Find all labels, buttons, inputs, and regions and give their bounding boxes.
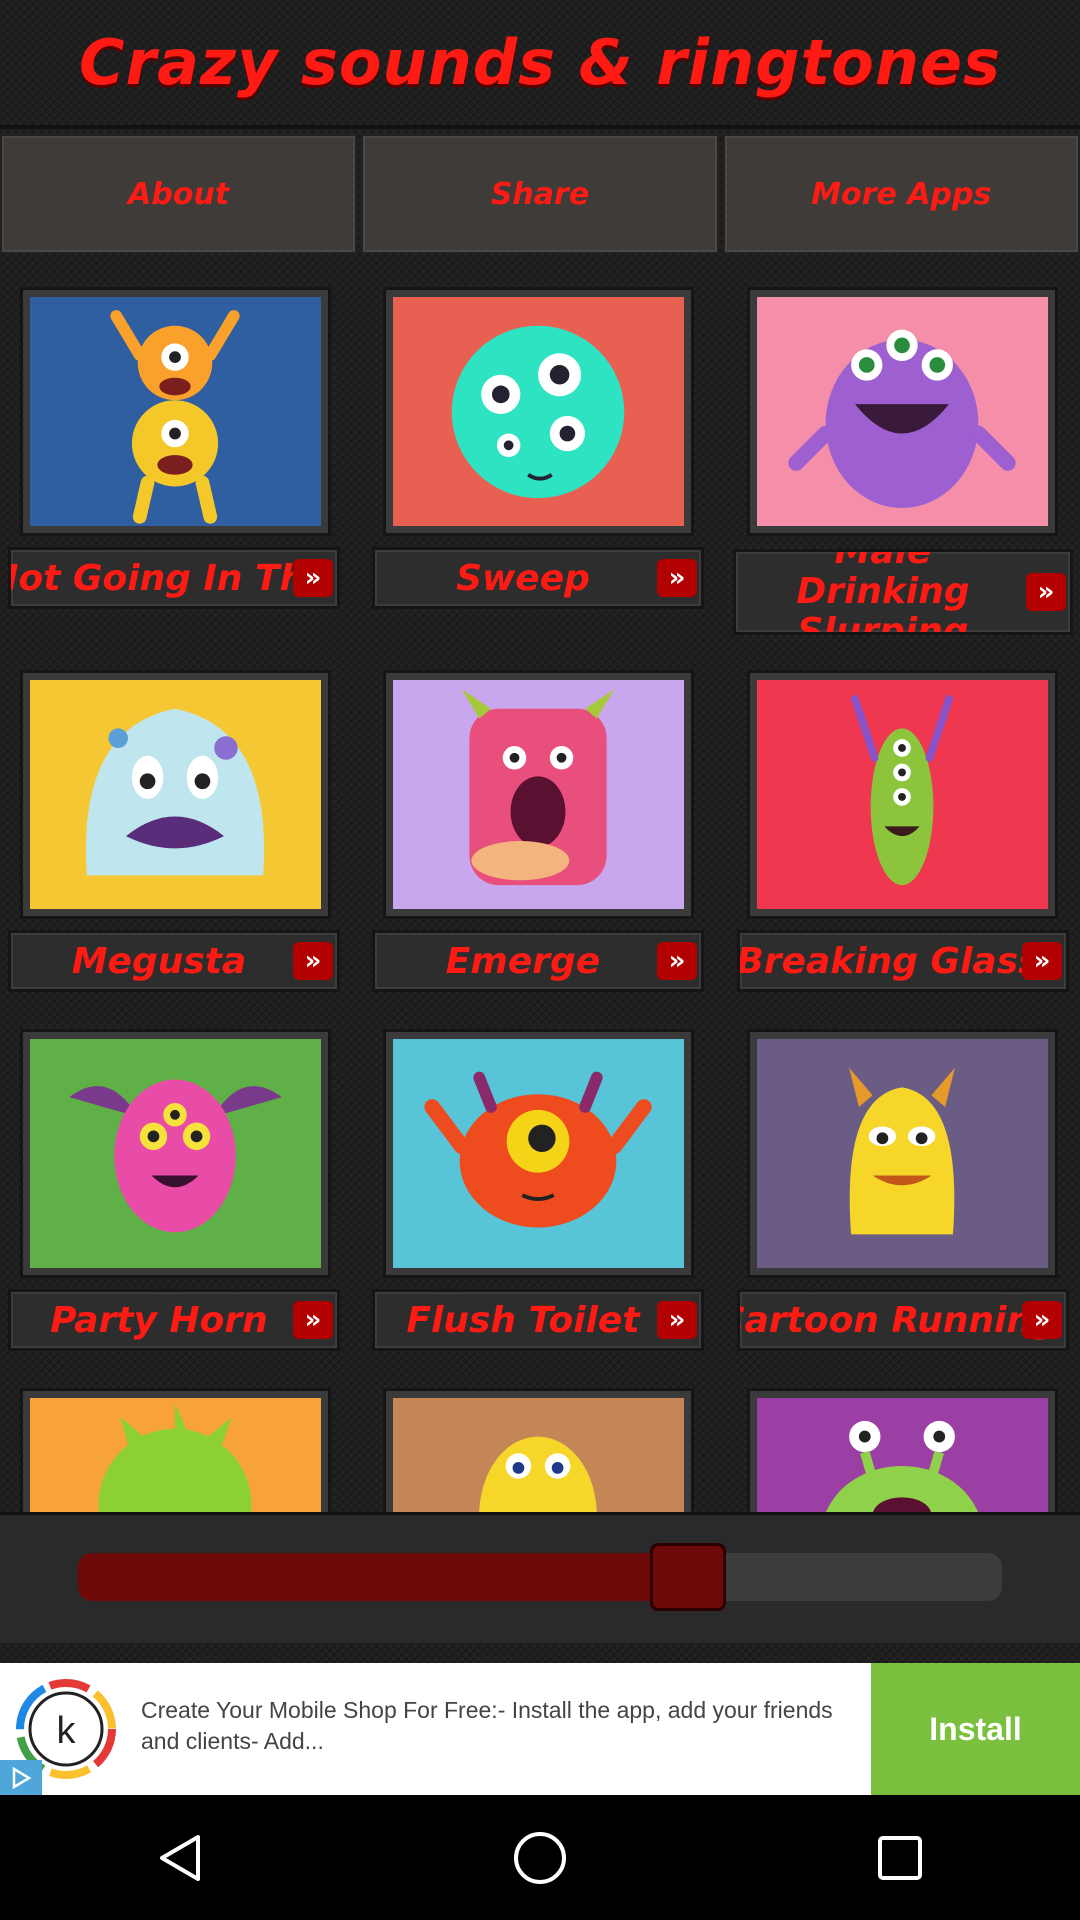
sound-button-megusta[interactable]: Megusta » bbox=[8, 930, 340, 992]
header: Crazy sounds & ringtones bbox=[0, 0, 1080, 129]
play-arrow-icon[interactable]: » bbox=[657, 559, 697, 597]
back-triangle-icon[interactable] bbox=[140, 1818, 220, 1898]
sound-thumb-cartoon-running[interactable] bbox=[747, 1029, 1058, 1278]
sound-thumb-sweep[interactable] bbox=[383, 287, 694, 536]
sound-thumb-not-going-in-the[interactable] bbox=[20, 287, 331, 536]
ad-choices-icon[interactable] bbox=[0, 1760, 42, 1795]
sound-button-cartoon-running[interactable]: Cartoon Running » bbox=[737, 1289, 1069, 1351]
sound-thumb-row4-2[interactable] bbox=[383, 1388, 694, 1512]
play-arrow-icon[interactable]: » bbox=[293, 1301, 333, 1339]
home-circle-icon[interactable] bbox=[500, 1818, 580, 1898]
sound-thumb-emerge[interactable] bbox=[383, 670, 694, 919]
slider-thumb[interactable] bbox=[650, 1543, 726, 1611]
play-arrow-icon[interactable]: » bbox=[293, 559, 333, 597]
progress-fill bbox=[78, 1553, 688, 1601]
top-nav: About Share More Apps bbox=[0, 134, 1080, 254]
monster-image bbox=[30, 1039, 321, 1268]
monster-image bbox=[30, 680, 321, 909]
sound-label: Breaking Glass bbox=[737, 940, 1040, 982]
play-arrow-icon[interactable]: » bbox=[1022, 1301, 1062, 1339]
sound-label: Male Drinking Slurping bbox=[796, 549, 970, 635]
more-apps-button[interactable]: More Apps bbox=[722, 134, 1080, 254]
sound-button-sweep[interactable]: Sweep » bbox=[372, 547, 704, 609]
monster-image bbox=[757, 1039, 1048, 1268]
progress-slider[interactable] bbox=[78, 1543, 1002, 1611]
play-arrow-icon[interactable]: » bbox=[657, 942, 697, 980]
share-button[interactable]: Share bbox=[361, 134, 719, 254]
monster-image bbox=[757, 1398, 1048, 1512]
sound-thumb-party-horn[interactable] bbox=[20, 1029, 331, 1278]
sound-button-flush-toilet[interactable]: Flush Toilet » bbox=[372, 1289, 704, 1351]
sound-label: Sweep bbox=[456, 557, 590, 599]
play-arrow-icon[interactable]: » bbox=[1022, 942, 1062, 980]
system-nav-bar bbox=[0, 1795, 1080, 1920]
sound-thumb-male-drinking-slurping[interactable] bbox=[747, 287, 1058, 536]
monster-image bbox=[757, 680, 1048, 909]
sound-grid: Not Going In The » Sweep » Male Drinking… bbox=[0, 285, 1080, 1512]
monster-image bbox=[393, 1039, 684, 1268]
sound-button-male-drinking-slurping[interactable]: Male Drinking Slurping » bbox=[733, 549, 1073, 635]
sound-button-not-going-in-the[interactable]: Not Going In The » bbox=[8, 547, 340, 609]
play-arrow-icon[interactable]: » bbox=[657, 1301, 697, 1339]
monster-image bbox=[757, 297, 1048, 526]
app-title: Crazy sounds & ringtones bbox=[79, 26, 1001, 99]
monster-image bbox=[30, 297, 321, 526]
monster-image bbox=[393, 297, 684, 526]
ad-banner[interactable]: k Create Your Mobile Shop For Free:- Ins… bbox=[0, 1663, 1080, 1795]
sound-label: Not Going In The bbox=[8, 557, 330, 599]
ad-text: Create Your Mobile Shop For Free:- Insta… bbox=[141, 1697, 833, 1754]
monster-image bbox=[30, 1398, 321, 1512]
sound-thumb-breaking-glass[interactable] bbox=[747, 670, 1058, 919]
sound-label: Emerge bbox=[445, 940, 601, 982]
player-panel bbox=[0, 1512, 1080, 1643]
sound-button-breaking-glass[interactable]: Breaking Glass » bbox=[737, 930, 1069, 992]
monster-image bbox=[393, 680, 684, 909]
sound-label: Megusta bbox=[71, 940, 247, 982]
sound-button-emerge[interactable]: Emerge » bbox=[372, 930, 704, 992]
sound-thumb-megusta[interactable] bbox=[20, 670, 331, 919]
about-button[interactable]: About bbox=[0, 134, 358, 254]
sound-thumb-row4-3[interactable] bbox=[747, 1388, 1058, 1512]
sound-thumb-flush-toilet[interactable] bbox=[383, 1029, 694, 1278]
monster-image bbox=[393, 1398, 684, 1512]
ad-logo-letter: k bbox=[57, 1710, 77, 1752]
sound-label: Cartoon Running bbox=[737, 1299, 1058, 1341]
sound-label: Flush Toilet bbox=[406, 1299, 640, 1341]
recents-square-icon[interactable] bbox=[860, 1818, 940, 1898]
play-arrow-icon[interactable]: » bbox=[293, 942, 333, 980]
sound-button-party-horn[interactable]: Party Horn » bbox=[8, 1289, 340, 1351]
sound-label: Party Horn bbox=[50, 1299, 268, 1341]
play-arrow-icon[interactable]: » bbox=[1026, 573, 1066, 611]
install-button[interactable]: Install bbox=[871, 1663, 1080, 1795]
sound-thumb-row4-1[interactable] bbox=[20, 1388, 331, 1512]
